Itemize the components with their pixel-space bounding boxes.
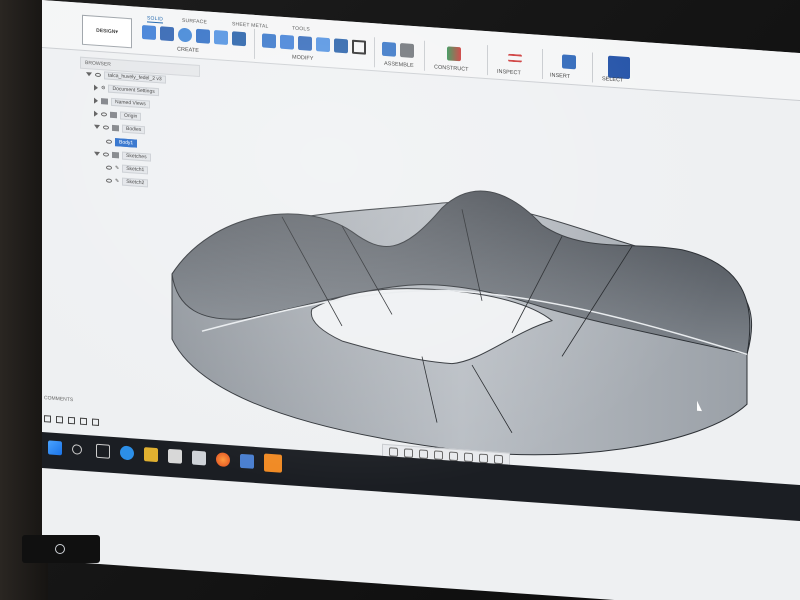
mail-icon[interactable] <box>192 450 206 466</box>
timeline-play-icon[interactable] <box>68 416 75 425</box>
store-icon[interactable] <box>168 448 182 464</box>
search-icon[interactable] <box>72 444 82 455</box>
timeline-previous-icon[interactable] <box>56 415 63 424</box>
timeline-last-icon[interactable] <box>92 418 99 426</box>
mouse-cursor-icon <box>697 400 702 412</box>
wavy-ring-body[interactable] <box>171 169 753 471</box>
save-app-icon[interactable] <box>240 453 254 469</box>
background-wall <box>0 0 48 600</box>
edge-browser-icon[interactable] <box>120 445 134 461</box>
timeline-first-icon[interactable] <box>44 415 51 423</box>
task-view-icon[interactable] <box>96 443 110 459</box>
firefox-icon[interactable] <box>216 452 230 468</box>
file-explorer-icon[interactable] <box>144 447 158 463</box>
timeline-next-icon[interactable] <box>80 417 87 426</box>
screen: DESIGN ▾ SOLID SURFACE SHEET METAL TOOLS… <box>42 0 800 600</box>
windows-start-icon[interactable] <box>48 440 62 456</box>
power-button-icon[interactable] <box>55 544 65 554</box>
fusion360-app-icon[interactable] <box>264 453 282 473</box>
